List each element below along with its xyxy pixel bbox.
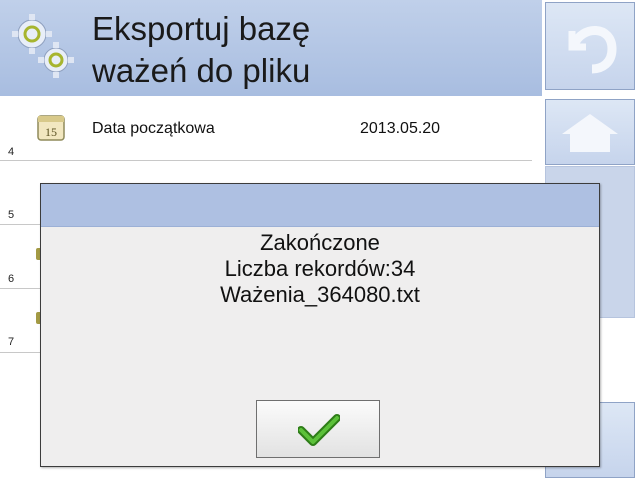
dialog-record-count: Liczba rekordów:34 xyxy=(224,256,416,281)
title-line-1: Eksportuj bazę xyxy=(92,10,311,47)
dialog-status: Zakończone xyxy=(260,230,380,255)
dialog-filename: Ważenia_364080.txt xyxy=(220,282,420,307)
row-number: 6 xyxy=(8,273,15,285)
back-arrow-icon xyxy=(568,26,617,74)
row-number: 5 xyxy=(8,209,15,221)
dialog-message: Zakończone Liczba rekordów:34 Ważenia_36… xyxy=(41,230,599,308)
row-label-start-date[interactable]: Data początkowa xyxy=(92,120,215,138)
home-button[interactable] xyxy=(545,99,635,165)
row-number: 7 xyxy=(8,336,15,348)
row-divider xyxy=(0,160,532,161)
dialog-title-bar xyxy=(41,184,599,227)
calendar-icon-day: 15 xyxy=(45,125,57,139)
calendar-icon: 15 xyxy=(37,115,65,141)
checkmark-icon xyxy=(298,414,340,446)
gear-icon xyxy=(12,14,74,78)
row-number: 4 xyxy=(8,146,15,158)
back-button[interactable] xyxy=(545,2,635,90)
page-title: Eksportuj bazę ważeń do pliku xyxy=(92,8,532,92)
row-value-start-date: 2013.05.20 xyxy=(360,120,441,137)
ok-button[interactable] xyxy=(256,400,380,458)
home-icon xyxy=(562,114,618,152)
header-bar: Eksportuj bazę ważeń do pliku xyxy=(0,0,542,96)
export-result-dialog: Zakończone Liczba rekordów:34 Ważenia_36… xyxy=(40,183,600,467)
title-line-2: ważeń do pliku xyxy=(92,52,311,89)
